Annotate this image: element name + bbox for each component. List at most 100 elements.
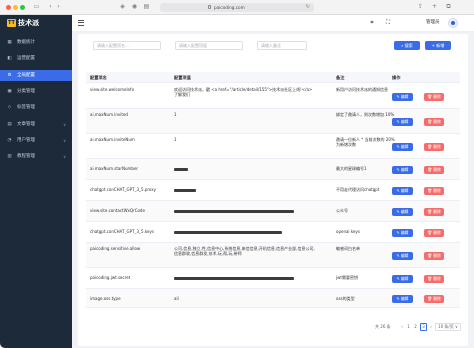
page-1-button[interactable]: 1 bbox=[405, 323, 412, 331]
minimize-window-button[interactable] bbox=[13, 5, 18, 10]
note-search-field[interactable] bbox=[261, 42, 305, 49]
page-2-button[interactable]: 2 bbox=[412, 323, 419, 331]
edit-button-label: 编辑 bbox=[400, 208, 409, 214]
chevron-down-icon: ∨ bbox=[63, 121, 66, 127]
delete-button[interactable]: 🗑 删除 bbox=[424, 186, 444, 195]
config-value-cell: ali bbox=[174, 296, 179, 301]
delete-button[interactable]: 🗑 删除 bbox=[424, 207, 444, 216]
qr-icon[interactable]: ⌗ bbox=[368, 19, 376, 27]
delete-button-label: 删除 bbox=[433, 275, 441, 281]
delete-button[interactable]: 🗑 删除 bbox=[424, 165, 444, 174]
edit-button[interactable]: ✎ 编辑 bbox=[392, 228, 413, 237]
tab-icon[interactable]: ▤ bbox=[142, 3, 151, 11]
edit-button-label: 编辑 bbox=[400, 118, 409, 124]
edit-button-label: 编辑 bbox=[400, 143, 409, 149]
delete-button[interactable]: 🗑 删除 bbox=[424, 274, 444, 283]
edit-button[interactable]: ✎ 编辑 bbox=[392, 274, 413, 283]
edit-button[interactable]: ✎ 编辑 bbox=[392, 165, 413, 174]
delete-button-label: 删除 bbox=[433, 229, 441, 235]
config-note-cell: 绑定了邀请人，则次数增加 10% bbox=[336, 112, 395, 117]
delete-button[interactable]: 🗑 删除 bbox=[424, 117, 444, 126]
table-row: image.oss.type ali oss的类型 ✎ 编辑 🗑 删除 bbox=[86, 289, 460, 308]
add-button[interactable]: +新增 bbox=[425, 41, 451, 50]
next-page-button[interactable]: › bbox=[428, 323, 434, 331]
delete-button[interactable]: 🗑 删除 bbox=[424, 142, 444, 151]
sidebar-item[interactable]: ⚙ 全局配置 bbox=[0, 69, 72, 81]
maximize-window-button[interactable] bbox=[20, 5, 25, 10]
value-search-field[interactable] bbox=[179, 42, 239, 49]
note-search-input[interactable] bbox=[257, 41, 307, 50]
share-icon[interactable]: ⇪ bbox=[416, 3, 425, 11]
menu-collapse-icon[interactable] bbox=[78, 20, 84, 26]
redacted-value bbox=[174, 231, 282, 234]
redacted-value bbox=[174, 168, 188, 171]
config-note-cell: oss的类型 bbox=[336, 296, 355, 301]
tag-icon: ◇ bbox=[7, 105, 12, 111]
admin-label[interactable]: 管理员 bbox=[426, 19, 440, 27]
column-header-name: 配置项名 bbox=[90, 75, 107, 80]
edit-button[interactable]: ✎ 编辑 bbox=[392, 142, 413, 151]
config-note-cell: 新用户访问技术派的通知信息 bbox=[336, 87, 388, 92]
search-button-label: 搜索 bbox=[404, 43, 413, 48]
delete-button[interactable]: 🗑 删除 bbox=[424, 228, 444, 237]
table-row: paicoding.jwt.secret jwt需要密钥 ✎ 编辑 🗑 删除 bbox=[86, 268, 460, 289]
add-button-label: 新增 bbox=[436, 43, 445, 48]
close-window-button[interactable] bbox=[6, 5, 11, 10]
sidebar-toggle-icon[interactable]: ▭ bbox=[32, 3, 41, 11]
config-note-cell: openai keys bbox=[336, 229, 360, 234]
key-search-field[interactable] bbox=[97, 42, 157, 49]
edit-button[interactable]: ✎ 编辑 bbox=[392, 207, 413, 216]
address-bar[interactable]: paicoding.com ↻ bbox=[160, 3, 314, 12]
edit-button[interactable]: ✎ 编辑 bbox=[392, 92, 413, 101]
sidebar-item[interactable]: ▥ 教程管理 ∨ bbox=[0, 151, 72, 162]
key-search-input[interactable] bbox=[93, 41, 161, 50]
edit-button[interactable]: ✎ 编辑 bbox=[392, 251, 413, 260]
reload-icon[interactable]: ↻ bbox=[306, 3, 310, 12]
sidebar-item[interactable]: ▤ 文章管理 ∨ bbox=[0, 119, 72, 130]
delete-button-label: 删除 bbox=[433, 143, 441, 149]
config-key-cell: chatgpt.conCHAT_GPT_3_5.keys bbox=[90, 229, 154, 234]
delete-button[interactable]: 🗑 删除 bbox=[424, 294, 444, 303]
top-header: ⛶ ⌗ 管理员 bbox=[72, 15, 474, 32]
sidebar-item[interactable]: ▦ 数据统计 bbox=[0, 37, 72, 48]
delete-button[interactable]: 🗑 删除 bbox=[424, 92, 444, 101]
sidebar-item-label: 标签管理 bbox=[17, 105, 35, 111]
delete-button-label: 删除 bbox=[433, 208, 441, 214]
sidebar-item-label: 数据统计 bbox=[17, 40, 35, 45]
config-key-cell: paicoding.jwt.secret bbox=[90, 275, 131, 280]
sidebar-item[interactable]: ▣ 分类管理 bbox=[0, 86, 72, 97]
redacted-value bbox=[174, 277, 294, 280]
edit-button[interactable]: ✎ 编辑 bbox=[392, 294, 413, 303]
cube-icon: ◧ bbox=[7, 56, 12, 62]
page-3-button[interactable]: 3 bbox=[420, 323, 427, 331]
edit-button[interactable]: ✎ 编辑 bbox=[392, 117, 413, 126]
tab-overview-icon[interactable]: ⧉ bbox=[444, 3, 453, 11]
table-header: 配置项名 配置项值 备注 操作 bbox=[86, 72, 460, 83]
new-tab-icon[interactable]: + bbox=[430, 3, 439, 11]
delete-button[interactable]: 🗑 删除 bbox=[424, 251, 444, 260]
document-icon: ▤ bbox=[7, 121, 12, 127]
category-icon: ▣ bbox=[7, 88, 12, 94]
fullscreen-icon[interactable]: ⛶ bbox=[384, 19, 392, 27]
search-button[interactable]: ⌕搜索 bbox=[394, 41, 420, 50]
sidebar-item-label: 分类管理 bbox=[17, 88, 35, 94]
table-row: view.site.contactWxQrCode 公众号 ✎ 编辑 🗑 删除 bbox=[86, 201, 460, 222]
sidebar-item[interactable]: ◇ 标签管理 bbox=[0, 102, 72, 113]
page-size-select[interactable]: 10 条/页 ∨ bbox=[435, 323, 461, 331]
gear-icon: ⚙ bbox=[7, 72, 12, 78]
sidebar-item-label: 教程管理 bbox=[17, 154, 35, 160]
brand-logo[interactable]: TT 技术派 bbox=[0, 15, 72, 31]
extension-icon[interactable]: ◈ bbox=[118, 3, 127, 11]
privacy-shield-icon[interactable]: ◉ bbox=[130, 3, 139, 11]
avatar[interactable] bbox=[448, 18, 458, 28]
delete-button-label: 删除 bbox=[433, 166, 441, 172]
forward-arrow-icon[interactable]: › bbox=[54, 3, 63, 11]
edit-button[interactable]: ✎ 编辑 bbox=[392, 186, 413, 195]
skin-icon[interactable] bbox=[402, 19, 410, 27]
delete-button-label: 删除 bbox=[433, 93, 441, 99]
value-search-input[interactable] bbox=[175, 41, 243, 50]
sidebar-item[interactable]: ◔ 用户管理 ∨ bbox=[0, 135, 72, 146]
main-content: ⌕搜索 +新增 配置项名 配置项值 备注 操作 view.site.welcom… bbox=[72, 32, 474, 348]
sidebar-item[interactable]: ◧ 运营配置 bbox=[0, 53, 72, 64]
table-row: chatgpt.conCHAT_GPT_3_5.proxy 不用走代理访问chat… bbox=[86, 180, 460, 201]
